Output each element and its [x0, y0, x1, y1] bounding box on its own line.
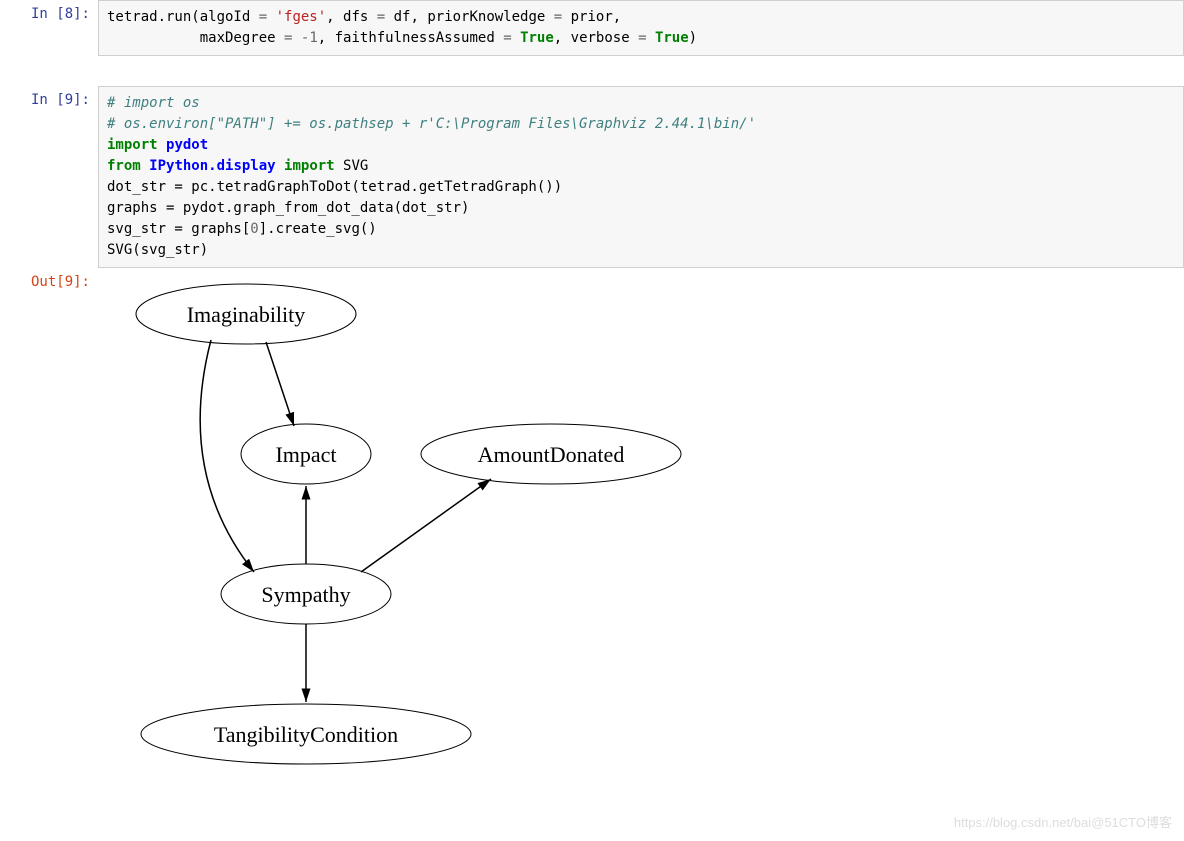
- operator: =: [377, 9, 385, 25]
- edge-imaginability-sympathy: [200, 340, 254, 572]
- operator: =: [554, 9, 562, 25]
- code-text: ].create_svg(): [259, 221, 377, 237]
- module-name: pydot: [166, 137, 208, 153]
- code-cell-8: In [8]: tetrad.run(algoId = 'fges', dfs …: [0, 0, 1184, 56]
- code-text: maxDegree: [107, 30, 284, 46]
- node-label-amount: AmountDonated: [478, 442, 625, 467]
- boolean-literal: True: [520, 30, 554, 46]
- number-literal: -1: [301, 30, 318, 46]
- code-text: dot_str = pc.tetradGraphToDot(tetrad.get…: [107, 179, 562, 195]
- string-literal: 'fges': [276, 9, 327, 25]
- operator: =: [259, 9, 267, 25]
- node-label-sympathy: Sympathy: [261, 582, 350, 607]
- keyword: import: [284, 158, 335, 174]
- code-input-9[interactable]: # import os # os.environ["PATH"] += os.p…: [98, 86, 1184, 268]
- comment: # os.environ["PATH"] += os.pathsep + r'C…: [107, 116, 756, 132]
- code-text: svg_str = graphs[: [107, 221, 250, 237]
- operator: =: [638, 30, 646, 46]
- code-text: , faithfulnessAssumed: [318, 30, 503, 46]
- code-text: ): [689, 30, 697, 46]
- watermark: https://blog.csdn.net/bai@51CTO博客: [954, 812, 1172, 831]
- node-label-imaginability: Imaginability: [187, 302, 306, 327]
- edge-imaginability-impact: [266, 342, 294, 426]
- graph-svg: Imaginability Impact AmountDonated Sympa…: [106, 274, 706, 784]
- keyword: from: [107, 158, 141, 174]
- module-name: IPython.display: [149, 158, 275, 174]
- number-literal: 0: [250, 221, 258, 237]
- code-text: df, priorKnowledge: [385, 9, 554, 25]
- code-text: [292, 30, 300, 46]
- output-svg: Imaginability Impact AmountDonated Sympa…: [98, 268, 1184, 794]
- code-text: [512, 30, 520, 46]
- code-text: , verbose: [554, 30, 638, 46]
- edge-sympathy-amount: [361, 479, 491, 572]
- code-text: [647, 30, 655, 46]
- prompt-in-9: In [9]:: [0, 86, 98, 268]
- code-text: prior,: [562, 9, 621, 25]
- prompt-out-9: Out[9]:: [0, 268, 98, 794]
- keyword: import: [107, 137, 158, 153]
- boolean-literal: True: [655, 30, 689, 46]
- output-cell-9: Out[9]: Imaginability Impact AmountDonat…: [0, 268, 1184, 794]
- code-text: , dfs: [326, 9, 377, 25]
- node-label-impact: Impact: [275, 442, 336, 467]
- operator: =: [503, 30, 511, 46]
- node-label-tangibility: TangibilityCondition: [214, 722, 398, 747]
- comment: # import os: [107, 95, 200, 111]
- code-text: SVG(svg_str): [107, 242, 208, 258]
- code-text: tetrad.run(algoId: [107, 9, 259, 25]
- code-input-8[interactable]: tetrad.run(algoId = 'fges', dfs = df, pr…: [98, 0, 1184, 56]
- code-text: graphs = pydot.graph_from_dot_data(dot_s…: [107, 200, 469, 216]
- code-cell-9: In [9]: # import os # os.environ["PATH"]…: [0, 86, 1184, 268]
- code-text: SVG: [335, 158, 369, 174]
- prompt-in-8: In [8]:: [0, 0, 98, 56]
- code-text: [267, 9, 275, 25]
